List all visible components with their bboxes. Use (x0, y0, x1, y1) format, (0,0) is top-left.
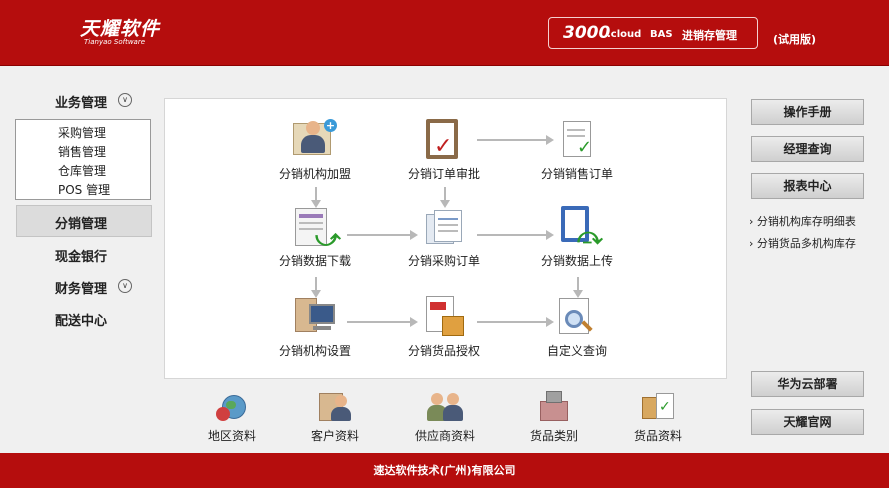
clipboard-check-icon: ✓ (422, 117, 466, 161)
supplier-icon (427, 389, 463, 423)
edition-title: 进销存管理 (682, 29, 737, 42)
nav-delivery-center[interactable]: 配送中心 (55, 310, 107, 329)
edition-badge: 3000 .cloud BAS 进销存管理 (548, 17, 758, 49)
magnifier-query-icon (555, 294, 599, 338)
workflow-panel: + 分销机构加盟 ✓ 分销订单审批 ✓ 分销销售订单 ⤻ 分销数据下载 分销采购… (164, 98, 727, 379)
node-label: 分销采购订单 (407, 254, 480, 268)
computer-settings-icon (293, 294, 337, 338)
nav-pos[interactable]: POS 管理 (58, 181, 110, 198)
nav-finance[interactable]: 财务管理 (55, 278, 107, 297)
report-link-org-inventory[interactable]: › 分销机构库存明细表 (749, 213, 856, 229)
flow-arrow (440, 187, 450, 208)
globe-icon (214, 389, 250, 423)
nav-sales[interactable]: 销售管理 (58, 143, 106, 160)
documents-icon (422, 204, 466, 248)
node-data-download[interactable]: ⤻ 分销数据下载 (265, 204, 365, 269)
node-product-authorize[interactable]: 分销货品授权 (394, 294, 494, 359)
supplier-data-item[interactable]: 供应商资料 (400, 389, 490, 444)
node-label: 分销销售订单 (540, 167, 613, 181)
node-sales-order[interactable]: ✓ 分销销售订单 (527, 117, 627, 182)
manager-query-button[interactable]: 经理查询 (751, 136, 864, 162)
document-check-icon: ✓ (555, 117, 599, 161)
app-header: 天耀软件 Tianyao Software 3000 .cloud BAS 进销… (0, 0, 889, 66)
flow-arrow (311, 187, 321, 208)
logo-subtitle: Tianyao Software (84, 38, 146, 46)
report-link-label: 分销机构库存明细表 (756, 215, 856, 228)
app-footer: 速达软件技术(广州)有限公司 (0, 453, 889, 488)
node-custom-query[interactable]: 自定义查询 (527, 294, 627, 359)
nav-business-management[interactable]: 业务管理 (55, 92, 107, 111)
nav-warehouse[interactable]: 仓库管理 (58, 162, 106, 179)
customer-icon (317, 389, 353, 423)
data-upload-icon: ⤼ (555, 204, 603, 250)
nav-purchase[interactable]: 采购管理 (58, 124, 106, 141)
product-info-icon: ✓ (640, 389, 676, 423)
node-label: 分销订单审批 (407, 167, 480, 181)
node-distribution-join[interactable]: + 分销机构加盟 (265, 117, 365, 182)
region-data-item[interactable]: 地区资料 (187, 389, 277, 444)
node-order-approval[interactable]: ✓ 分销订单审批 (394, 117, 494, 182)
item-label: 供应商资料 (414, 429, 475, 443)
nav-distribution-label: 分销管理 (55, 217, 108, 232)
node-label: 分销机构加盟 (278, 167, 351, 181)
product-category-item[interactable]: 货品类别 (509, 389, 599, 444)
node-label: 分销货品授权 (407, 344, 480, 358)
flow-arrow (311, 277, 321, 298)
nav-distribution-active[interactable]: 分销管理 (16, 205, 152, 237)
logo-text: 天耀软件 (80, 18, 161, 40)
report-link-label: 分销货品多机构库存 (756, 237, 856, 250)
item-label: 地区资料 (207, 429, 256, 443)
report-link-multi-org-inventory[interactable]: › 分销货品多机构库存 (749, 235, 856, 251)
huawei-cloud-button[interactable]: 华为云部署 (751, 371, 864, 397)
product-info-item[interactable]: ✓ 货品资料 (613, 389, 703, 444)
manual-button[interactable]: 操作手册 (751, 99, 864, 125)
item-label: 货品类别 (529, 429, 578, 443)
product-category-icon (536, 389, 572, 423)
item-label: 货品资料 (633, 429, 682, 443)
node-label: 自定义查询 (546, 344, 607, 358)
report-center-button[interactable]: 报表中心 (751, 173, 864, 199)
trial-label: (试用版) (773, 33, 817, 46)
user-add-icon: + (293, 117, 337, 161)
product-authorize-icon (422, 294, 466, 338)
node-purchase-order[interactable]: 分销采购订单 (394, 204, 494, 269)
company-name: 速达软件技术(广州)有限公司 (373, 464, 516, 477)
node-label: 分销数据上传 (540, 254, 613, 268)
customer-data-item[interactable]: 客户资料 (290, 389, 380, 444)
node-org-settings[interactable]: 分销机构设置 (265, 294, 365, 359)
chevron-down-icon[interactable]: ∨ (118, 93, 132, 107)
data-download-icon: ⤻ (293, 204, 341, 252)
node-label: 分销机构设置 (278, 344, 351, 358)
node-label: 分销数据下载 (278, 254, 351, 268)
edition-cloud: .cloud (607, 29, 642, 40)
edition-number: 3000 (563, 23, 611, 43)
business-submenu: 采购管理 销售管理 仓库管理 POS 管理 (15, 119, 151, 200)
chevron-down-icon[interactable]: ∨ (118, 279, 132, 293)
official-site-button[interactable]: 天耀官网 (751, 409, 864, 435)
node-data-upload[interactable]: ⤼ 分销数据上传 (527, 204, 627, 269)
flow-arrow (573, 277, 583, 298)
edition-bas: BAS (650, 29, 673, 40)
nav-cash-bank[interactable]: 现金银行 (55, 246, 107, 265)
item-label: 客户资料 (310, 429, 359, 443)
